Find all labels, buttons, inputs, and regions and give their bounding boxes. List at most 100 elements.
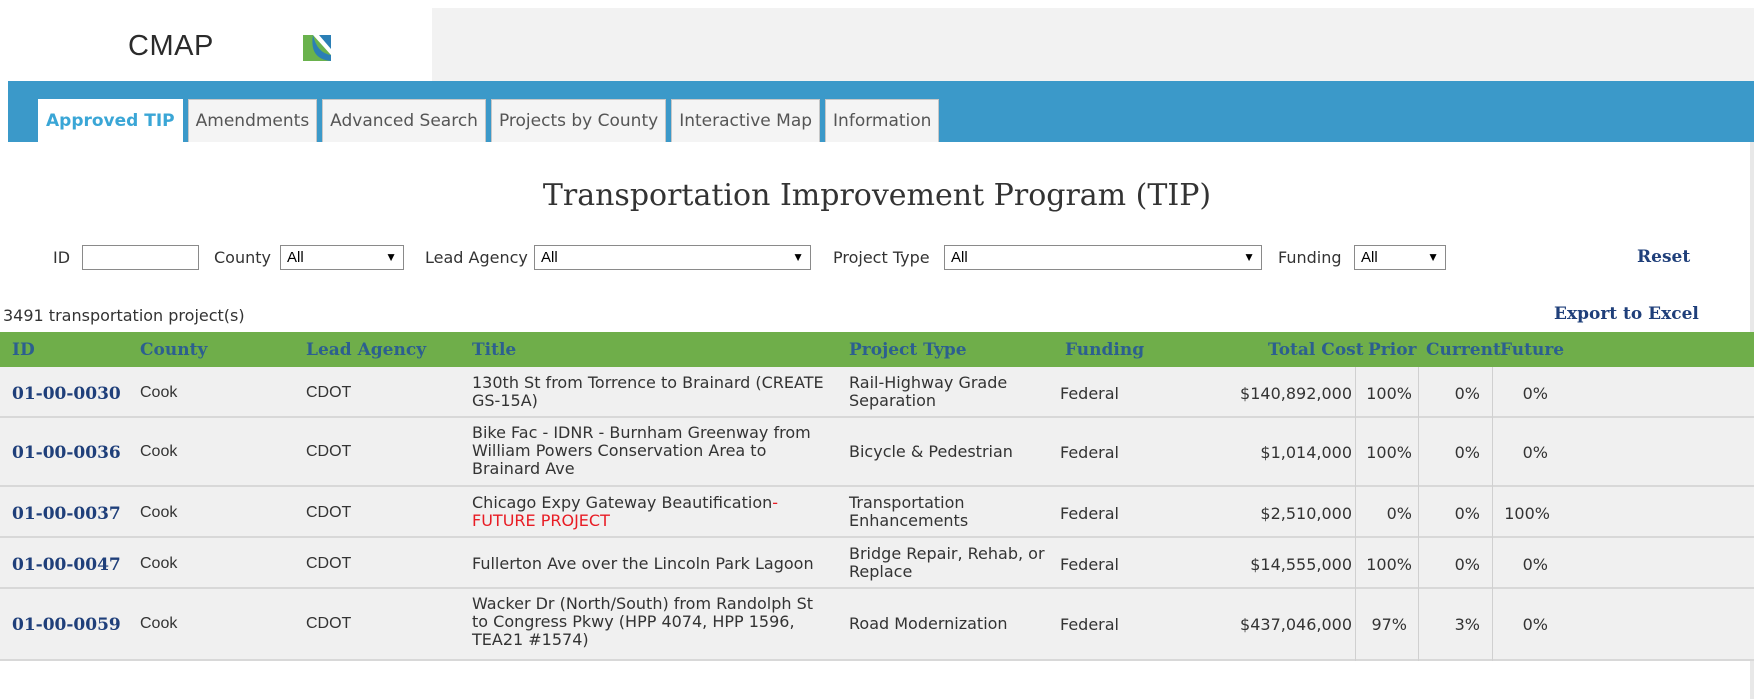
prior-cell: 100% xyxy=(1366,555,1412,574)
funding-filter-label: Funding xyxy=(1278,248,1342,267)
county-cell: Cook xyxy=(140,504,178,521)
title-line: Bike Fac - IDNR - Burnham Greenway from xyxy=(472,423,811,442)
title-cell: 130th St from Torrence to Brainard (CREA… xyxy=(472,374,824,410)
lead-agency-select[interactable]: All ▼ xyxy=(534,245,811,270)
project-id-link[interactable]: 01-00-0047 xyxy=(12,555,121,575)
logo-text: CMAP xyxy=(128,30,214,62)
export-to-excel-link[interactable]: Export to Excel xyxy=(1554,304,1699,324)
lead-agency-cell: CDOT xyxy=(306,504,352,521)
project-type-cell: Bridge Repair, Rehab, or Replace xyxy=(849,545,1045,581)
project-type-line: Transportation xyxy=(849,493,965,512)
tab-approved-tip[interactable]: Approved TIP xyxy=(38,99,183,142)
future-cell: 0% xyxy=(1522,384,1548,403)
project-type-select-value: All xyxy=(951,249,968,266)
reset-link[interactable]: Reset xyxy=(1637,247,1690,267)
column-header-county[interactable]: County xyxy=(140,340,207,360)
current-cell: 0% xyxy=(1454,443,1480,462)
prior-cell: 97% xyxy=(1371,615,1407,634)
table-row: 01-00-0037 Cook CDOT Chicago Expy Gatewa… xyxy=(0,487,1754,538)
filter-bar: ID County All ▼ Lead Agency All ▼ Projec… xyxy=(0,242,1754,272)
title-line: TEA21 #1574) xyxy=(472,630,589,649)
future-cell: 0% xyxy=(1522,443,1548,462)
header-background xyxy=(432,8,1754,81)
funding-cell: Federal xyxy=(1060,384,1119,403)
column-header-total-cost[interactable]: Total Cost xyxy=(1268,340,1364,360)
project-type-cell: Rail-Highway Grade Separation xyxy=(849,374,1007,410)
total-cost-cell: $1,014,000 xyxy=(1260,443,1352,462)
future-cell: 0% xyxy=(1522,615,1548,634)
tab-amendments[interactable]: Amendments xyxy=(187,99,318,142)
county-cell: Cook xyxy=(140,555,178,572)
project-type-select[interactable]: All ▼ xyxy=(944,245,1262,270)
prior-cell: 100% xyxy=(1366,443,1412,462)
funding-select-value: All xyxy=(1361,249,1378,266)
column-header-prior[interactable]: Prior xyxy=(1368,340,1417,360)
project-id-link[interactable]: 01-00-0030 xyxy=(12,384,121,404)
total-cost-cell: $437,046,000 xyxy=(1240,615,1352,634)
project-type-line: Replace xyxy=(849,562,913,581)
table-row: 01-00-0047 Cook CDOT Fullerton Ave over … xyxy=(0,538,1754,589)
column-header-funding[interactable]: Funding xyxy=(1065,340,1144,360)
table-row: 01-00-0030 Cook CDOT 130th St from Torre… xyxy=(0,367,1754,418)
main-navigation: Approved TIP Amendments Advanced Search … xyxy=(8,81,1754,142)
title-line: William Powers Conservation Area to xyxy=(472,441,767,460)
tab-interactive-map[interactable]: Interactive Map xyxy=(671,99,821,142)
project-type-line: Separation xyxy=(849,391,936,410)
lead-agency-cell: CDOT xyxy=(306,615,352,632)
current-cell: 0% xyxy=(1454,555,1480,574)
project-type-line: Road Modernization xyxy=(849,614,1008,633)
project-id-link[interactable]: 01-00-0059 xyxy=(12,615,121,635)
title-cell: Fullerton Ave over the Lincoln Park Lago… xyxy=(472,555,814,573)
total-cost-cell: $140,892,000 xyxy=(1240,384,1352,403)
funding-cell: Federal xyxy=(1060,443,1119,462)
county-cell: Cook xyxy=(140,615,178,632)
future-cell: 100% xyxy=(1504,504,1550,523)
project-id-link[interactable]: 01-00-0037 xyxy=(12,504,121,524)
project-type-cell: Road Modernization xyxy=(849,615,1008,633)
lead-agency-cell: CDOT xyxy=(306,384,352,401)
total-cost-cell: $14,555,000 xyxy=(1250,555,1352,574)
project-type-line: Bridge Repair, Rehab, or xyxy=(849,544,1045,563)
county-select-value: All xyxy=(287,249,304,266)
current-cell: 3% xyxy=(1454,615,1480,634)
project-id-link[interactable]: 01-00-0036 xyxy=(12,443,121,463)
chevron-down-icon: ▼ xyxy=(1243,250,1255,264)
county-filter-label: County xyxy=(214,248,271,267)
title-cell: Bike Fac - IDNR - Burnham Greenway from … xyxy=(472,424,811,478)
logo-area[interactable]: CMAP xyxy=(28,8,432,81)
prior-cell: 0% xyxy=(1386,504,1412,523)
lead-agency-filter-label: Lead Agency xyxy=(425,248,528,267)
site-header: CMAP xyxy=(0,0,1754,81)
column-header-project-type[interactable]: Project Type xyxy=(849,340,967,360)
column-header-id[interactable]: ID xyxy=(12,340,35,360)
id-filter-label: ID xyxy=(53,248,71,267)
page-title: Transportation Improvement Program (TIP) xyxy=(542,178,1212,213)
project-type-line: Rail-Highway Grade xyxy=(849,373,1008,392)
column-header-future[interactable]: Future xyxy=(1500,340,1564,360)
lead-agency-cell: CDOT xyxy=(306,555,352,572)
id-filter-input[interactable] xyxy=(82,245,199,270)
column-header-title[interactable]: Title xyxy=(472,340,516,360)
funding-select[interactable]: All ▼ xyxy=(1354,245,1446,270)
results-count: 3491 transportation project(s) xyxy=(3,306,245,325)
title-cell: Wacker Dr (North/South) from Randolph St… xyxy=(472,595,813,649)
tab-advanced-search[interactable]: Advanced Search xyxy=(322,99,486,142)
title-line: Fullerton Ave over the Lincoln Park Lago… xyxy=(472,554,814,573)
column-header-current[interactable]: Current xyxy=(1426,340,1501,360)
title-line: 130th St from Torrence to Brainard (CREA… xyxy=(472,373,824,392)
title-text: Chicago Expy Gateway Beautification xyxy=(472,493,773,512)
table-row: 01-00-0036 Cook CDOT Bike Fac - IDNR - B… xyxy=(0,418,1754,487)
funding-cell: Federal xyxy=(1060,504,1119,523)
title-line: Brainard Ave xyxy=(472,459,575,478)
future-cell: 0% xyxy=(1522,555,1548,574)
chevron-down-icon: ▼ xyxy=(792,250,804,264)
tab-projects-by-county[interactable]: Projects by County xyxy=(490,99,667,142)
future-project-flag: FUTURE PROJECT xyxy=(472,511,610,530)
project-type-filter-label: Project Type xyxy=(833,248,930,267)
county-select[interactable]: All ▼ xyxy=(280,245,404,270)
title-line: Chicago Expy Gateway Beautification- xyxy=(472,494,778,512)
chevron-down-icon: ▼ xyxy=(1427,250,1439,264)
tab-information[interactable]: Information xyxy=(825,99,940,142)
column-header-lead-agency[interactable]: Lead Agency xyxy=(306,340,426,360)
tab-bar: Approved TIP Amendments Advanced Search … xyxy=(38,99,940,142)
